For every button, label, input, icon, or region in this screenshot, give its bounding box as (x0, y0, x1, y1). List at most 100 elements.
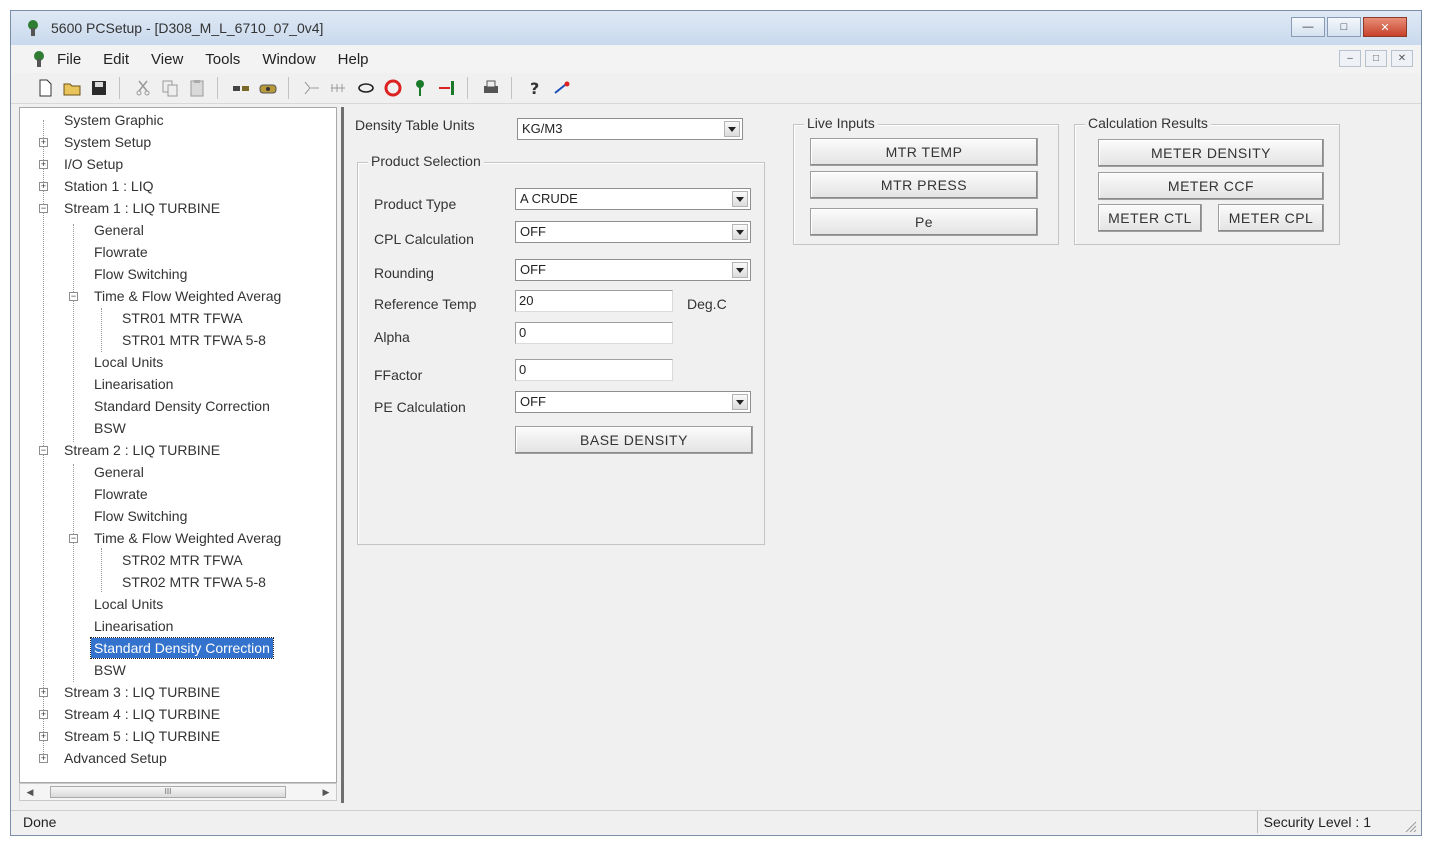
product-type-label: Product Type (374, 196, 457, 212)
tree-item-io-setup[interactable]: I/O Setup (64, 154, 123, 174)
collapse-icon[interactable]: − (69, 534, 78, 543)
menu-edit[interactable]: Edit (103, 51, 129, 68)
connect-icon[interactable] (229, 76, 253, 100)
expand-icon[interactable]: + (39, 710, 48, 719)
tree-item-tfwa[interactable]: Time & Flow Weighted Averag (94, 286, 281, 306)
save-icon[interactable] (87, 76, 111, 100)
menu-help[interactable]: Help (338, 51, 369, 68)
tree-item-stream-5[interactable]: Stream 5 : LIQ TURBINE (64, 726, 220, 746)
scroll-right-icon[interactable]: ▶ (318, 784, 334, 800)
open-icon[interactable] (60, 76, 84, 100)
loop-icon[interactable] (354, 76, 378, 100)
tree-horizontal-scrollbar[interactable]: ◀ III ▶ (19, 783, 337, 801)
expand-icon[interactable]: + (39, 182, 48, 191)
menu-file[interactable]: File (57, 51, 81, 68)
meter-cpl-button[interactable]: METER CPL (1218, 204, 1324, 232)
tree-item-advanced-setup[interactable]: Advanced Setup (64, 748, 167, 768)
chevron-down-icon[interactable] (732, 191, 748, 207)
base-density-button[interactable]: BASE DENSITY (515, 426, 753, 454)
tree-item-standard-density-correction[interactable]: Standard Density Correction (94, 396, 270, 416)
tree-item-local-units[interactable]: Local Units (94, 594, 163, 614)
tree-item-str02-tfwa[interactable]: STR02 MTR TFWA (122, 550, 243, 570)
scroll-thumb[interactable]: III (50, 786, 286, 798)
tree-item-bsw[interactable]: BSW (94, 660, 126, 680)
collapse-icon[interactable]: − (39, 204, 48, 213)
exit-icon[interactable] (435, 76, 459, 100)
minimize-button[interactable]: — (1291, 17, 1325, 37)
menu-window[interactable]: Window (262, 51, 315, 68)
maximize-button[interactable]: □ (1327, 17, 1361, 37)
ffactor-input[interactable]: 0 (515, 359, 673, 381)
pe-calculation-select[interactable]: OFF (515, 391, 751, 413)
pin-icon[interactable] (408, 76, 432, 100)
pe-button[interactable]: Pe (810, 208, 1038, 236)
mdi-restore-button[interactable]: □ (1365, 50, 1387, 67)
paste-icon[interactable] (185, 76, 209, 100)
tree-item-stream-3[interactable]: Stream 3 : LIQ TURBINE (64, 682, 220, 702)
scroll-left-icon[interactable]: ◀ (22, 784, 38, 800)
chevron-down-icon[interactable] (732, 224, 748, 240)
tree-item-general[interactable]: General (94, 220, 144, 240)
mdi-minimize-button[interactable]: – (1339, 50, 1361, 67)
collapse-icon[interactable]: − (69, 292, 78, 301)
copy-icon[interactable] (158, 76, 182, 100)
density-table-units-select[interactable]: KG/M3 (517, 118, 743, 140)
tree-item-stream-1[interactable]: Stream 1 : LIQ TURBINE (64, 198, 220, 218)
product-type-select[interactable]: A CRUDE (515, 188, 751, 210)
chevron-down-icon[interactable] (732, 262, 748, 278)
tree-item-linearisation[interactable]: Linearisation (94, 616, 173, 636)
stop-icon[interactable] (381, 76, 405, 100)
port-icon[interactable] (327, 76, 351, 100)
tree-item-linearisation[interactable]: Linearisation (94, 374, 173, 394)
mdi-close-button[interactable]: ✕ (1391, 50, 1413, 67)
tree-item-station-1[interactable]: Station 1 : LIQ (64, 176, 154, 196)
menu-tools[interactable]: Tools (205, 51, 240, 68)
tree-item-flow-switching[interactable]: Flow Switching (94, 264, 187, 284)
rounding-select[interactable]: OFF (515, 259, 751, 281)
live-inputs-title: Live Inputs (804, 115, 878, 131)
close-button[interactable]: ✕ (1363, 17, 1407, 37)
tree-item-stream-4[interactable]: Stream 4 : LIQ TURBINE (64, 704, 220, 724)
new-icon[interactable] (33, 76, 57, 100)
print-icon[interactable] (479, 76, 503, 100)
pane-splitter[interactable] (341, 107, 344, 803)
link-icon[interactable] (300, 76, 324, 100)
tree-item-flow-switching[interactable]: Flow Switching (94, 506, 187, 526)
alpha-input[interactable]: 0 (515, 322, 673, 344)
resize-grip-icon[interactable] (1403, 819, 1417, 833)
mtr-press-button[interactable]: MTR PRESS (810, 171, 1038, 199)
tree-item-flowrate[interactable]: Flowrate (94, 242, 148, 262)
meter-density-button[interactable]: METER DENSITY (1098, 139, 1324, 167)
tree-item-tfwa[interactable]: Time & Flow Weighted Averag (94, 528, 281, 548)
tree-item-flowrate[interactable]: Flowrate (94, 484, 148, 504)
meter-ctl-button[interactable]: METER CTL (1098, 204, 1202, 232)
tree-item-system-setup[interactable]: System Setup (64, 132, 151, 152)
menu-view[interactable]: View (151, 51, 183, 68)
expand-icon[interactable]: + (39, 688, 48, 697)
cpl-calculation-select[interactable]: OFF (515, 221, 751, 243)
tree-item-standard-density-correction-selected[interactable]: Standard Density Correction (90, 637, 274, 659)
tree-item-str02-tfwa-5-8[interactable]: STR02 MTR TFWA 5-8 (122, 572, 266, 592)
expand-icon[interactable]: + (39, 732, 48, 741)
navigation-tree[interactable]: System Graphic + System Setup + I/O Setu… (19, 107, 337, 783)
reference-temp-input[interactable]: 20 (515, 290, 673, 312)
meter-ccf-button[interactable]: METER CCF (1098, 172, 1324, 200)
whatsthis-icon[interactable] (550, 76, 574, 100)
expand-icon[interactable]: + (39, 138, 48, 147)
chevron-down-icon[interactable] (724, 121, 740, 137)
tree-item-system-graphic[interactable]: System Graphic (64, 110, 164, 130)
chevron-down-icon[interactable] (732, 394, 748, 410)
help-icon[interactable]: ? (523, 76, 547, 100)
expand-icon[interactable]: + (39, 160, 48, 169)
tree-item-general[interactable]: General (94, 462, 144, 482)
mtr-temp-button[interactable]: MTR TEMP (810, 138, 1038, 166)
expand-icon[interactable]: + (39, 754, 48, 763)
cut-icon[interactable] (131, 76, 155, 100)
tree-item-stream-2[interactable]: Stream 2 : LIQ TURBINE (64, 440, 220, 460)
tree-item-str01-tfwa-5-8[interactable]: STR01 MTR TFWA 5-8 (122, 330, 266, 350)
tree-item-str01-tfwa[interactable]: STR01 MTR TFWA (122, 308, 243, 328)
tree-item-local-units[interactable]: Local Units (94, 352, 163, 372)
disconnect-icon[interactable] (256, 76, 280, 100)
collapse-icon[interactable]: − (39, 446, 48, 455)
tree-item-bsw[interactable]: BSW (94, 418, 126, 438)
